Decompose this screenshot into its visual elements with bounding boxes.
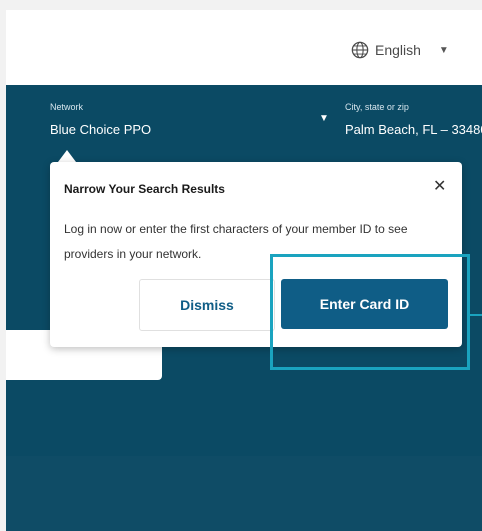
popover-title: Narrow Your Search Results <box>64 182 225 196</box>
chevron-down-icon: ▼ <box>319 113 329 124</box>
globe-icon <box>351 41 369 59</box>
close-icon[interactable]: ✕ <box>433 179 446 195</box>
dismiss-button[interactable]: Dismiss <box>139 279 275 331</box>
chevron-down-icon: ▼ <box>438 44 449 56</box>
popover-pointer <box>58 150 76 162</box>
location-label: City, state or zip <box>345 102 409 112</box>
language-label: English <box>375 42 421 58</box>
callout-connector <box>470 314 482 316</box>
location-value: Palm Beach, FL – 33480 <box>345 122 482 137</box>
narrow-results-popover: Narrow Your Search Results ✕ Log in now … <box>50 162 462 347</box>
app-frame: English ▼ Network Blue Choice PPO ▼ City… <box>6 10 482 531</box>
enter-card-id-button[interactable]: Enter Card ID <box>281 279 448 329</box>
top-bar: English ▼ <box>6 10 482 85</box>
network-label: Network <box>50 102 84 112</box>
popover-message: Log in now or enter the first characters… <box>64 222 408 261</box>
network-value: Blue Choice PPO <box>50 122 152 137</box>
language-selector[interactable]: English ▼ <box>351 38 449 62</box>
